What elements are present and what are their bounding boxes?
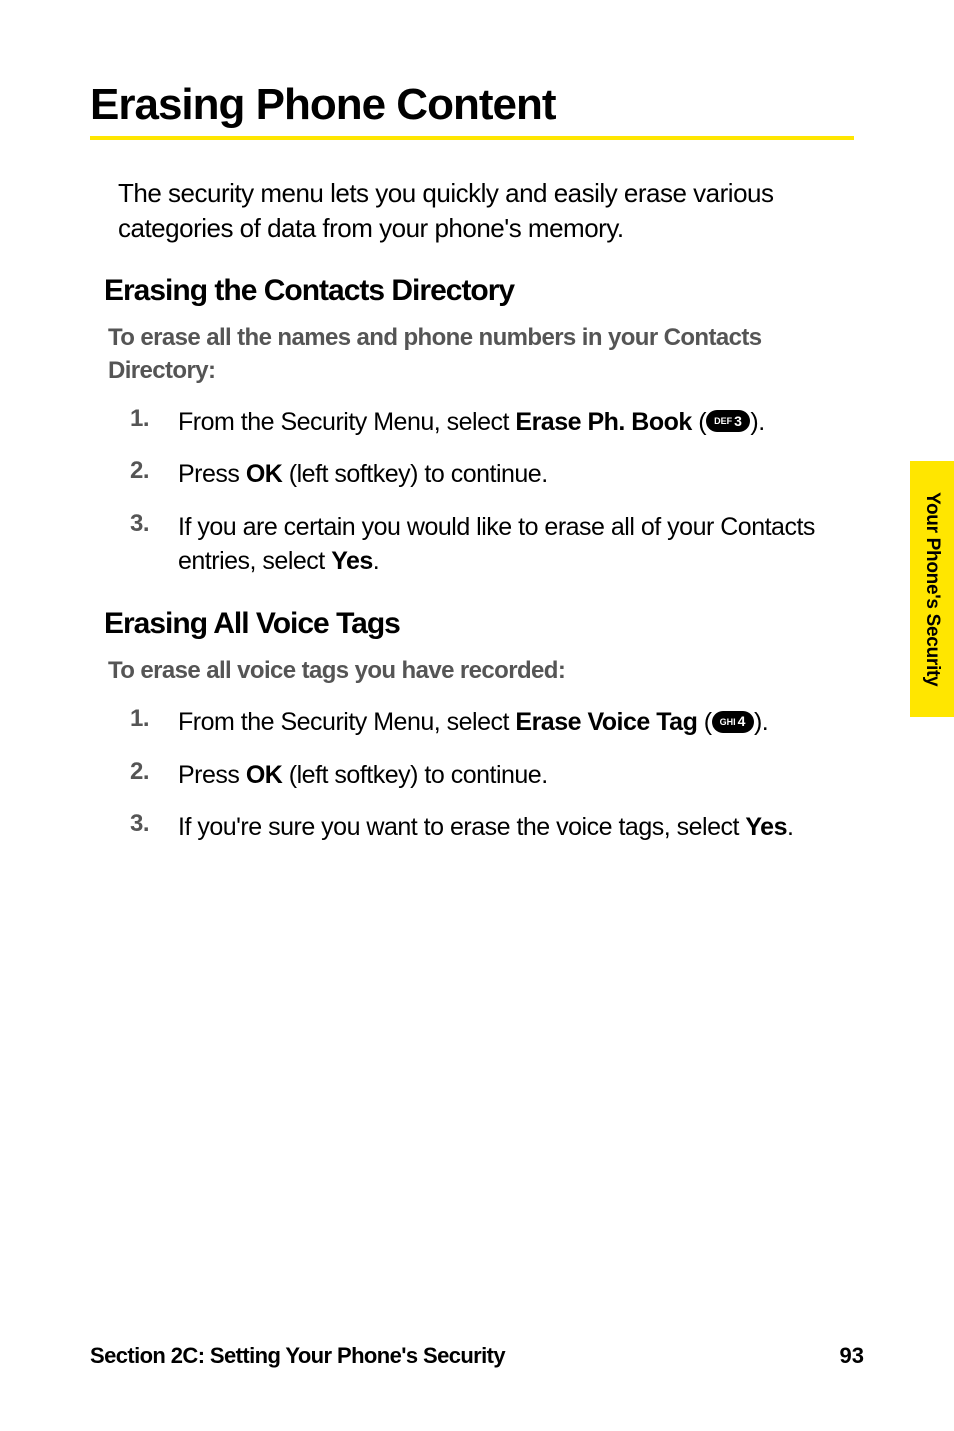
list-item: 2. Press OK (left softkey) to continue.	[130, 758, 854, 793]
step-number: 3.	[130, 810, 178, 838]
key-ghi4-icon: GHI4	[712, 711, 754, 733]
step-body: Press OK (left softkey) to continue.	[178, 758, 548, 793]
page-footer: Section 2C: Setting Your Phone's Securit…	[90, 1343, 864, 1369]
step-body: If you're sure you want to erase the voi…	[178, 810, 793, 845]
bold-yes: Yes	[745, 813, 787, 841]
key-big: 4	[738, 712, 746, 731]
subhead-voicetags: Erasing All Voice Tags	[104, 607, 854, 641]
step-body: Press OK (left softkey) to continue.	[178, 457, 548, 492]
step-number: 2.	[130, 758, 178, 786]
bold-ok: OK	[246, 761, 283, 789]
step-number: 3.	[130, 510, 178, 538]
step-body: If you are certain you would like to era…	[178, 510, 854, 579]
footer-section-label: Section 2C: Setting Your Phone's Securit…	[90, 1343, 505, 1369]
text: Press	[178, 460, 246, 488]
step-number: 1.	[130, 705, 178, 733]
step-body: From the Security Menu, select Erase Voi…	[178, 705, 768, 740]
bold-erase-voice-tag: Erase Voice Tag	[515, 708, 697, 736]
key-small: GHI	[720, 716, 736, 728]
text: Press	[178, 761, 246, 789]
title-rule	[90, 136, 854, 140]
bold-ok: OK	[246, 460, 283, 488]
step-number: 2.	[130, 457, 178, 485]
list-item: 1. From the Security Menu, select Erase …	[130, 705, 854, 740]
key-big: 3	[734, 412, 742, 431]
text: (left softkey) to continue.	[282, 761, 547, 789]
text: From the Security Menu, select	[178, 408, 515, 436]
list-item: 1. From the Security Menu, select Erase …	[130, 405, 854, 440]
text: If you're sure you want to erase the voi…	[178, 813, 745, 841]
list-item: 2. Press OK (left softkey) to continue.	[130, 457, 854, 492]
bold-erase-ph-book: Erase Ph. Book	[515, 408, 691, 436]
step-number: 1.	[130, 405, 178, 433]
intro-text: The security menu lets you quickly and e…	[118, 176, 854, 246]
list-item: 3. If you're sure you want to erase the …	[130, 810, 854, 845]
text: If you are certain you would like to era…	[178, 513, 815, 576]
text: ).	[750, 408, 764, 436]
key-small: DEF	[714, 415, 732, 427]
steps-voicetags: 1. From the Security Menu, select Erase …	[130, 705, 854, 845]
text: (left softkey) to continue.	[282, 460, 547, 488]
side-tab: Your Phone's Security	[910, 461, 954, 717]
subhead-contacts: Erasing the Contacts Directory	[104, 274, 854, 308]
page: Erasing Phone Content The security menu …	[0, 0, 954, 1431]
lead-contacts: To erase all the names and phone numbers…	[108, 322, 854, 387]
text: .	[787, 813, 793, 841]
text: .	[373, 547, 379, 575]
text: ).	[754, 708, 768, 736]
list-item: 3. If you are certain you would like to …	[130, 510, 854, 579]
page-title: Erasing Phone Content	[90, 80, 854, 130]
bold-yes: Yes	[331, 547, 373, 575]
steps-contacts: 1. From the Security Menu, select Erase …	[130, 405, 854, 579]
text: (	[692, 408, 706, 436]
side-tab-label: Your Phone's Security	[921, 492, 943, 686]
step-body: From the Security Menu, select Erase Ph.…	[178, 405, 765, 440]
text: From the Security Menu, select	[178, 708, 515, 736]
key-def3-icon: DEF3	[706, 410, 750, 432]
footer-page-number: 93	[840, 1343, 864, 1369]
lead-voicetags: To erase all voice tags you have recorde…	[108, 655, 854, 687]
text: (	[697, 708, 711, 736]
